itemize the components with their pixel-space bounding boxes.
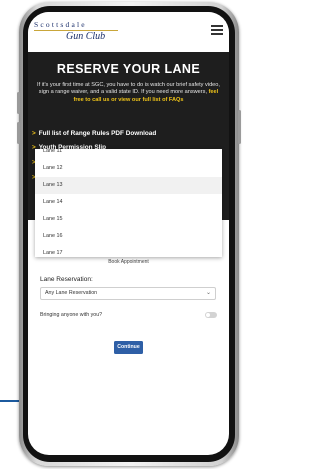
book-appointment-label: Book Appointment xyxy=(108,259,149,265)
chevron-right-icon: > xyxy=(32,130,36,137)
dropdown-option[interactable]: Lane 12 xyxy=(35,160,222,177)
lane-reservation-value: Any Lane Reservation xyxy=(45,290,98,296)
phone-side-button xyxy=(17,92,20,114)
dropdown-caret-icon: ⌄ xyxy=(205,290,211,296)
hero-intro-text: If it's your first time at SGC, you have… xyxy=(37,82,220,96)
dropdown-option[interactable]: Lane 14 xyxy=(35,194,222,211)
dropdown-option[interactable]: Lane 16 xyxy=(35,228,222,245)
site-logo[interactable]: Scottsdale Gun Club xyxy=(34,20,144,46)
phone-side-button xyxy=(17,122,20,144)
lane-dropdown-list[interactable]: Lane 11 Lane 12 Lane 13 Lane 14 Lane 15 … xyxy=(35,149,222,257)
lane-reservation-select[interactable]: Any Lane Reservation ⌄ xyxy=(40,287,216,300)
logo-bottom-text: Gun Club xyxy=(66,31,106,42)
bring-guest-toggle[interactable] xyxy=(205,312,217,318)
dropdown-option[interactable]: Lane 17 xyxy=(35,245,222,257)
hamburger-menu-icon[interactable] xyxy=(211,25,223,35)
range-rules-link[interactable]: > Full list of Range Rules PDF Download xyxy=(32,130,156,137)
toggle-knob xyxy=(206,313,210,317)
hero-intro: If it's your first time at SGC, you have… xyxy=(35,82,222,104)
bring-guest-label: Bringing anyone with you? xyxy=(40,312,103,318)
phone-screen: Scottsdale Gun Club RESERVE YOUR LANE If… xyxy=(28,12,229,455)
range-rules-link-label: Full list of Range Rules PDF Download xyxy=(38,130,157,137)
dropdown-option-highlighted[interactable]: Lane 13 xyxy=(35,177,222,194)
logo-top-text: Scottsdale xyxy=(34,20,87,29)
dropdown-option[interactable]: Lane 11 xyxy=(35,149,222,160)
lane-reservation-label: Lane Reservation: xyxy=(40,276,93,283)
page-title: RESERVE YOUR LANE xyxy=(56,62,201,76)
site-header: Scottsdale Gun Club xyxy=(28,12,229,52)
dropdown-option[interactable]: Lane 15 xyxy=(35,211,222,228)
continue-button[interactable]: Continue xyxy=(114,341,143,354)
phone-power-button xyxy=(238,110,241,144)
